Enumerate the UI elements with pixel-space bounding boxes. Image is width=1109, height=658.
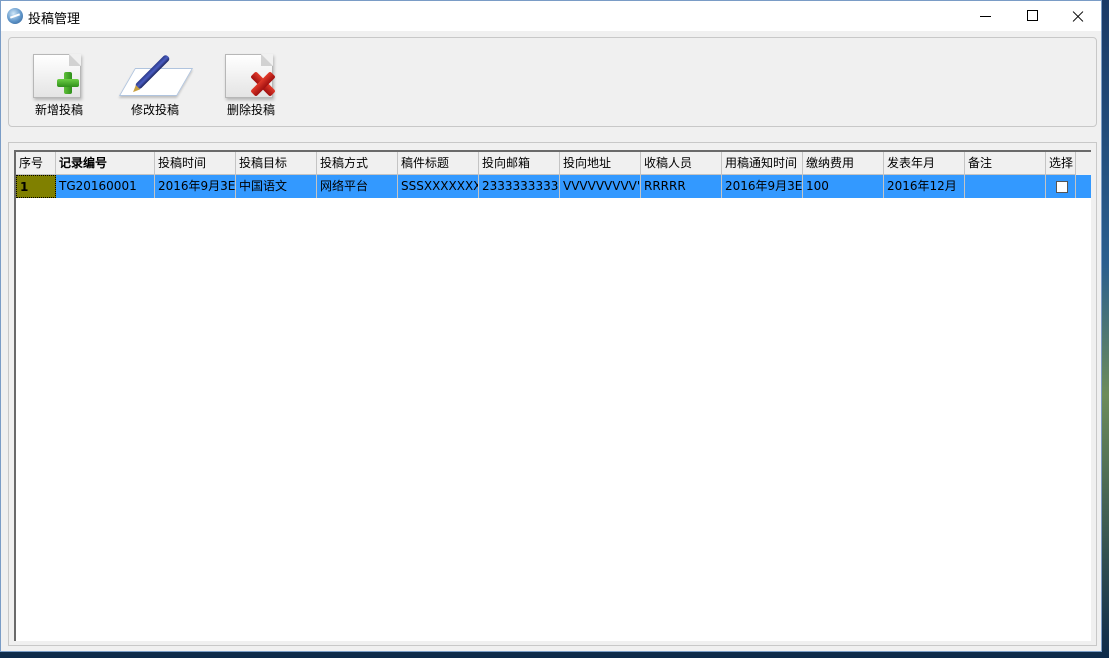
column-header[interactable]: 投稿方式 <box>317 152 398 175</box>
column-header[interactable]: 稿件标题 <box>398 152 479 175</box>
add-submission-button[interactable]: 新增投稿 <box>19 50 99 120</box>
delete-document-icon <box>219 50 283 98</box>
publish-date-cell[interactable]: 2016年12月 <box>884 175 965 198</box>
receiver-cell[interactable]: RRRRR <box>641 175 722 198</box>
window-title: 投稿管理 <box>28 12 81 27</box>
email-cell[interactable]: 2333333333 <box>479 175 560 198</box>
add-document-icon <box>27 50 91 98</box>
column-header[interactable]: 序号 <box>16 152 56 175</box>
column-header[interactable]: 备注 <box>965 152 1046 175</box>
column-header[interactable]: 投向地址 <box>560 152 641 175</box>
maximize-button[interactable] <box>1009 1 1055 31</box>
fee-cell[interactable]: 100 <box>803 175 884 198</box>
column-header[interactable]: 投稿目标 <box>236 152 317 175</box>
add-submission-label: 新增投稿 <box>34 103 83 117</box>
title-bar: 投稿管理 <box>1 1 1101 31</box>
column-header[interactable]: 投稿时间 <box>155 152 236 175</box>
address-cell[interactable]: VVVVVVVVV' <box>560 175 641 198</box>
toolbar: 新增投稿 修改投稿 删除投稿 <box>8 37 1097 127</box>
close-button[interactable] <box>1055 1 1101 31</box>
column-header[interactable]: 记录编号 <box>56 152 155 175</box>
column-header[interactable]: 发表年月 <box>884 152 965 175</box>
submissions-grid[interactable]: 序号 记录编号 投稿时间 投稿目标 投稿方式 稿件标题 投向邮箱 投向地址 收稿… <box>14 150 1091 641</box>
column-header[interactable]: 缴纳费用 <box>803 152 884 175</box>
column-header[interactable]: 选择 <box>1046 152 1076 175</box>
select-checkbox[interactable] <box>1056 181 1068 193</box>
edit-submission-button[interactable]: 修改投稿 <box>115 50 195 120</box>
edit-submission-label: 修改投稿 <box>130 103 179 117</box>
row-index-cell[interactable]: 1 <box>16 175 56 198</box>
delete-submission-label: 删除投稿 <box>226 103 275 117</box>
select-cell <box>1046 175 1076 198</box>
method-cell[interactable]: 网络平台 <box>317 175 398 198</box>
title-cell[interactable]: SSSXXXXXXX <box>398 175 479 198</box>
submit-time-cell[interactable]: 2016年9月3E <box>155 175 236 198</box>
remark-cell[interactable] <box>965 175 1046 198</box>
delete-submission-button[interactable]: 删除投稿 <box>211 50 291 120</box>
notice-time-cell[interactable]: 2016年9月3E <box>722 175 803 198</box>
grid-header: 序号 记录编号 投稿时间 投稿目标 投稿方式 稿件标题 投向邮箱 投向地址 收稿… <box>16 152 1091 175</box>
grid-panel: 序号 记录编号 投稿时间 投稿目标 投稿方式 稿件标题 投向邮箱 投向地址 收稿… <box>8 142 1097 646</box>
table-row[interactable]: 1 TG20160001 2016年9月3E 中国语文 网络平台 SSSXXXX… <box>16 175 1091 198</box>
app-icon <box>7 8 23 24</box>
column-header[interactable]: 投向邮箱 <box>479 152 560 175</box>
main-window: 投稿管理 新增投稿 修改投稿 删除投稿 序号 记录编号 投稿时间 投稿目标 投稿… <box>0 0 1102 652</box>
minimize-button[interactable] <box>963 1 1009 31</box>
column-header[interactable]: 用稿通知时间 <box>722 152 803 175</box>
target-cell[interactable]: 中国语文 <box>236 175 317 198</box>
column-header[interactable]: 收稿人员 <box>641 152 722 175</box>
record-no-cell[interactable]: TG20160001 <box>56 175 155 198</box>
edit-pen-icon <box>118 50 194 98</box>
